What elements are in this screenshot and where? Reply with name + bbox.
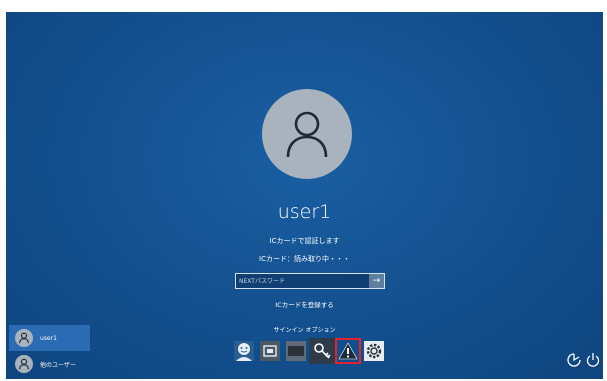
accessibility-icon xyxy=(567,353,581,367)
user-list-item-user1[interactable]: user1 xyxy=(9,325,90,351)
gear-icon xyxy=(364,341,384,361)
power-button[interactable] xyxy=(586,352,600,372)
ic-status-message: ICカード：読み取り中・・・ xyxy=(259,255,350,263)
user-list: user1 他のユーザー xyxy=(9,325,90,377)
signin-options xyxy=(231,338,387,364)
user-avatar-small xyxy=(15,329,33,347)
power-icon xyxy=(586,353,600,367)
password-input[interactable] xyxy=(236,274,370,288)
person-icon xyxy=(286,111,328,158)
face-option[interactable] xyxy=(231,338,257,364)
person-icon xyxy=(19,332,29,344)
arrow-right-icon: → xyxy=(372,276,381,286)
key-icon xyxy=(314,343,331,359)
person-icon xyxy=(19,358,29,370)
lock-screen: user1 ICカードで認証します ICカード：読み取り中・・・ → ICカード… xyxy=(6,12,603,379)
smartcard-option[interactable] xyxy=(257,338,283,364)
register-ic-card-link[interactable]: ICカードを登録する xyxy=(6,299,603,309)
username-title: user1 xyxy=(277,201,332,223)
card-icon xyxy=(286,341,306,361)
key-option[interactable] xyxy=(309,338,335,364)
user-avatar-small xyxy=(15,355,33,373)
face-icon xyxy=(234,341,254,361)
warning-option[interactable] xyxy=(335,338,361,364)
user-avatar-large xyxy=(262,89,352,179)
smartcard-icon xyxy=(260,341,280,361)
signin-options-label: サインイン オプション xyxy=(273,327,336,334)
card-option[interactable] xyxy=(283,338,309,364)
user-list-label: user1 xyxy=(40,334,57,342)
accessibility-button[interactable] xyxy=(566,352,582,372)
gear-option[interactable] xyxy=(361,338,387,364)
user-list-label: 他のユーザー xyxy=(40,361,76,369)
ic-auth-message: ICカードで認証します xyxy=(269,237,340,245)
warning-icon xyxy=(338,342,358,360)
submit-arrow-button[interactable]: → xyxy=(369,274,384,288)
user-list-item-other[interactable]: 他のユーザー xyxy=(9,351,90,377)
password-box: → xyxy=(235,273,385,289)
